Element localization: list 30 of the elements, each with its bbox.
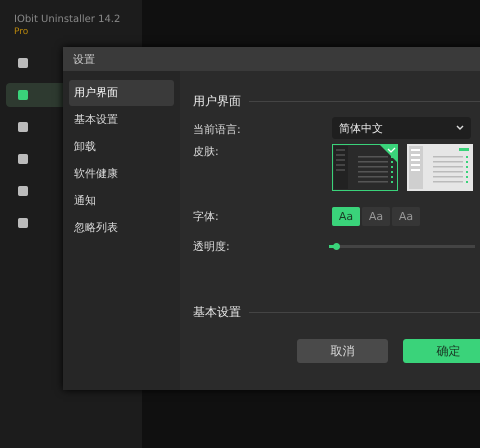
- nav-icon[interactable]: [17, 185, 29, 197]
- font-label: 字体:: [193, 209, 220, 224]
- dialog-title: 设置: [73, 52, 95, 66]
- nav-icon[interactable]: [17, 89, 29, 101]
- cancel-button[interactable]: 取消: [297, 339, 388, 363]
- nav-icon[interactable]: [17, 217, 29, 229]
- opacity-label: 透明度:: [193, 239, 231, 254]
- nav-item[interactable]: 用户界面: [69, 80, 174, 106]
- language-label: 当前语言:: [193, 122, 242, 137]
- skin-label: 皮肤:: [193, 144, 220, 159]
- nav-item[interactable]: 软件健康: [69, 161, 174, 187]
- nav-icon[interactable]: [17, 57, 29, 69]
- nav-icon[interactable]: [17, 121, 29, 133]
- confirm-button[interactable]: 确定: [403, 339, 480, 363]
- app-title: IObit Uninstaller 14.2: [14, 14, 122, 25]
- nav-item[interactable]: 卸载: [69, 134, 174, 160]
- nav-item[interactable]: 通知: [69, 188, 174, 214]
- font-size-button[interactable]: Aa: [392, 207, 420, 226]
- skin-thumbnail[interactable]: [332, 144, 398, 191]
- nav-item[interactable]: 基本设置: [69, 107, 174, 133]
- section-title: 用户界面: [193, 93, 241, 110]
- font-size-button[interactable]: Aa: [332, 207, 360, 226]
- skin-thumbnail[interactable]: [407, 144, 473, 191]
- font-size-button[interactable]: Aa: [362, 207, 390, 226]
- section-title: 基本设置: [193, 304, 241, 321]
- nav-item[interactable]: 忽略列表: [69, 215, 174, 241]
- language-dropdown[interactable]: 简体中文: [332, 117, 471, 139]
- nav-icon[interactable]: [17, 153, 29, 165]
- edition-label: Pro: [14, 27, 30, 37]
- chevron-icon: [456, 125, 464, 131]
